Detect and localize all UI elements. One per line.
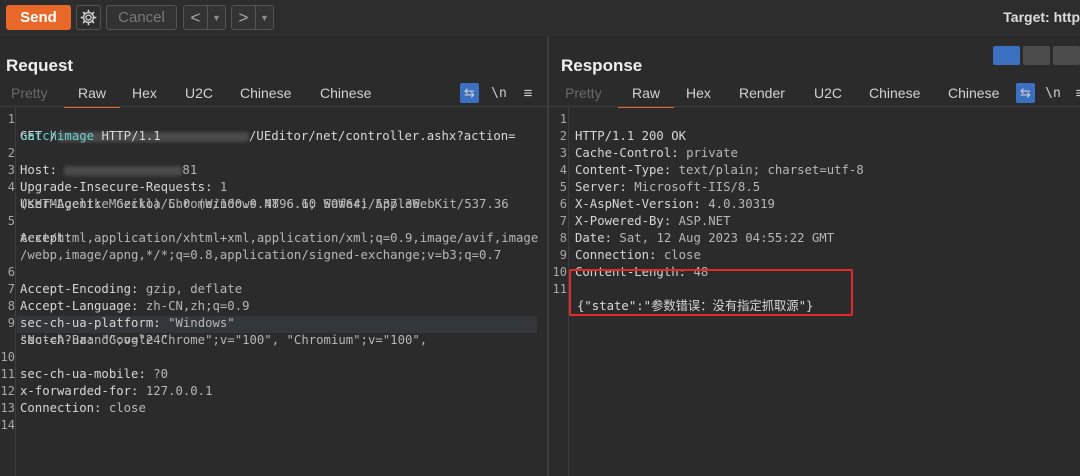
tab-u2c[interactable]: U2C <box>814 80 842 106</box>
line-number: 3 <box>559 146 567 160</box>
header-line-cont: (KHTML, like Gecko) Chrome/100.0.4896.60… <box>20 197 420 211</box>
line-number: 7 <box>7 282 15 296</box>
line-number: 11 <box>0 367 15 381</box>
header-line-cont: "Not=A?Brand";v="24" <box>20 333 169 347</box>
line-number: 6 <box>559 197 567 211</box>
layout-tabs-icon[interactable] <box>1053 46 1080 65</box>
header-line: X-Powered-By: ASP.NET <box>575 214 731 228</box>
header-line: Content-Type: text/plain; charset=utf-8 <box>575 163 864 177</box>
header-line: Accept-Language: zh-CN,zh;q=0.9 <box>20 299 250 313</box>
tab-render[interactable]: Render <box>739 80 785 106</box>
tab-pretty[interactable]: Pretty <box>11 80 48 106</box>
word-wrap-icon[interactable]: ⇆ <box>460 83 479 103</box>
forward-nav-group: > ▼ <box>231 5 274 30</box>
layout-stacked-icon[interactable] <box>1023 46 1050 65</box>
layout-side-by-side-icon[interactable] <box>993 46 1020 65</box>
line-number: 14 <box>0 418 15 432</box>
header-line: x-forwarded-for: 127.0.0.1 <box>20 384 213 398</box>
tab-hex[interactable]: Hex <box>132 80 157 106</box>
redacted-host <box>64 165 183 176</box>
line-number: 2 <box>7 146 15 160</box>
line-number: 1 <box>7 112 15 126</box>
request-line-cont: catchimage HTTP/1.1 <box>20 129 161 143</box>
line-number: 11 <box>552 282 567 296</box>
host-header: Host: 81 <box>20 163 198 177</box>
line-number: 7 <box>559 214 567 228</box>
word-wrap-icon[interactable]: ⇆ <box>1016 83 1035 103</box>
forward-history-dropdown[interactable]: ▼ <box>256 13 273 23</box>
menu-icon[interactable]: ≡ <box>1071 83 1080 103</box>
target-label[interactable]: Target: http <box>1003 9 1080 25</box>
line-number: 6 <box>7 265 15 279</box>
line-number: 8 <box>559 231 567 245</box>
header-line-cont: /webp,image/apng,*/*;q=0.8,application/s… <box>20 248 502 262</box>
tab-chinese-1[interactable]: Chinese <box>869 80 920 106</box>
tab-pretty[interactable]: Pretty <box>565 80 602 106</box>
header-line: Connection: close <box>20 401 146 415</box>
header-line: Accept-Encoding: gzip, deflate <box>20 282 243 296</box>
tab-chinese-2[interactable]: Chinese <box>320 80 371 106</box>
send-button[interactable]: Send <box>6 5 71 30</box>
settings-gear-button[interactable] <box>76 5 101 30</box>
tab-chinese-2[interactable]: Chinese <box>948 80 999 106</box>
line-number: 5 <box>7 214 15 228</box>
line-number: 10 <box>552 265 567 279</box>
layout-toggle-group <box>993 46 1080 65</box>
back-history-dropdown[interactable]: ▼ <box>208 13 225 23</box>
line-number: 10 <box>0 350 15 364</box>
line-number: 13 <box>0 401 15 415</box>
line-number: 12 <box>0 384 15 398</box>
header-line-cont: text/html,application/xhtml+xml,applicat… <box>20 231 539 245</box>
menu-icon[interactable]: ≡ <box>519 83 537 103</box>
forward-button[interactable]: > <box>232 6 256 29</box>
line-number: 8 <box>7 299 15 313</box>
newline-toggle-icon[interactable]: \n <box>490 83 508 103</box>
response-title: Response <box>561 56 643 75</box>
response-tabs: Pretty Raw Hex Render U2C Chinese Chines… <box>549 80 1080 108</box>
line-number: 2 <box>559 129 567 143</box>
newline-toggle-icon[interactable]: \n <box>1044 83 1062 103</box>
back-button[interactable]: < <box>184 6 208 29</box>
response-panel: Response Pretty Raw Hex Render U2C Chine… <box>549 36 1080 476</box>
annotation-highlight-box <box>569 269 853 316</box>
tab-raw[interactable]: Raw <box>63 80 121 108</box>
request-title: Request <box>6 56 74 75</box>
gear-icon <box>80 9 97 26</box>
header-line: sec-ch-ua-platform: "Windows" <box>20 316 235 330</box>
tab-u2c[interactable]: U2C <box>185 80 213 106</box>
tab-chinese-1[interactable]: Chinese <box>240 80 291 106</box>
tab-hex[interactable]: Hex <box>686 80 711 106</box>
header-line: Server: Microsoft-IIS/8.5 <box>575 180 761 194</box>
line-number: 9 <box>7 316 15 330</box>
line-number: 4 <box>559 163 567 177</box>
back-nav-group: < ▼ <box>183 5 226 30</box>
header-line: Cache-Control: private <box>575 146 738 160</box>
header-line: X-AspNet-Version: 4.0.30319 <box>575 197 775 211</box>
line-number: 3 <box>7 163 15 177</box>
request-panel: Request Pretty Raw Hex U2C Chinese Chine… <box>0 36 547 476</box>
tabs-divider <box>549 106 1080 107</box>
header-line: Connection: close <box>575 248 701 262</box>
line-number: 4 <box>7 180 15 194</box>
header-line: Upgrade-Insecure-Requests: 1 <box>20 180 228 194</box>
toolbar: Send Cancel < ▼ > ▼ Target: http <box>0 0 1080 36</box>
line-number: 9 <box>559 248 567 262</box>
tabs-divider <box>0 106 547 107</box>
cancel-button[interactable]: Cancel <box>106 5 177 30</box>
line-number: 1 <box>559 112 567 126</box>
line-number: 5 <box>559 180 567 194</box>
tab-raw[interactable]: Raw <box>617 80 675 108</box>
header-line: Date: Sat, 12 Aug 2023 04:55:22 GMT <box>575 231 835 245</box>
